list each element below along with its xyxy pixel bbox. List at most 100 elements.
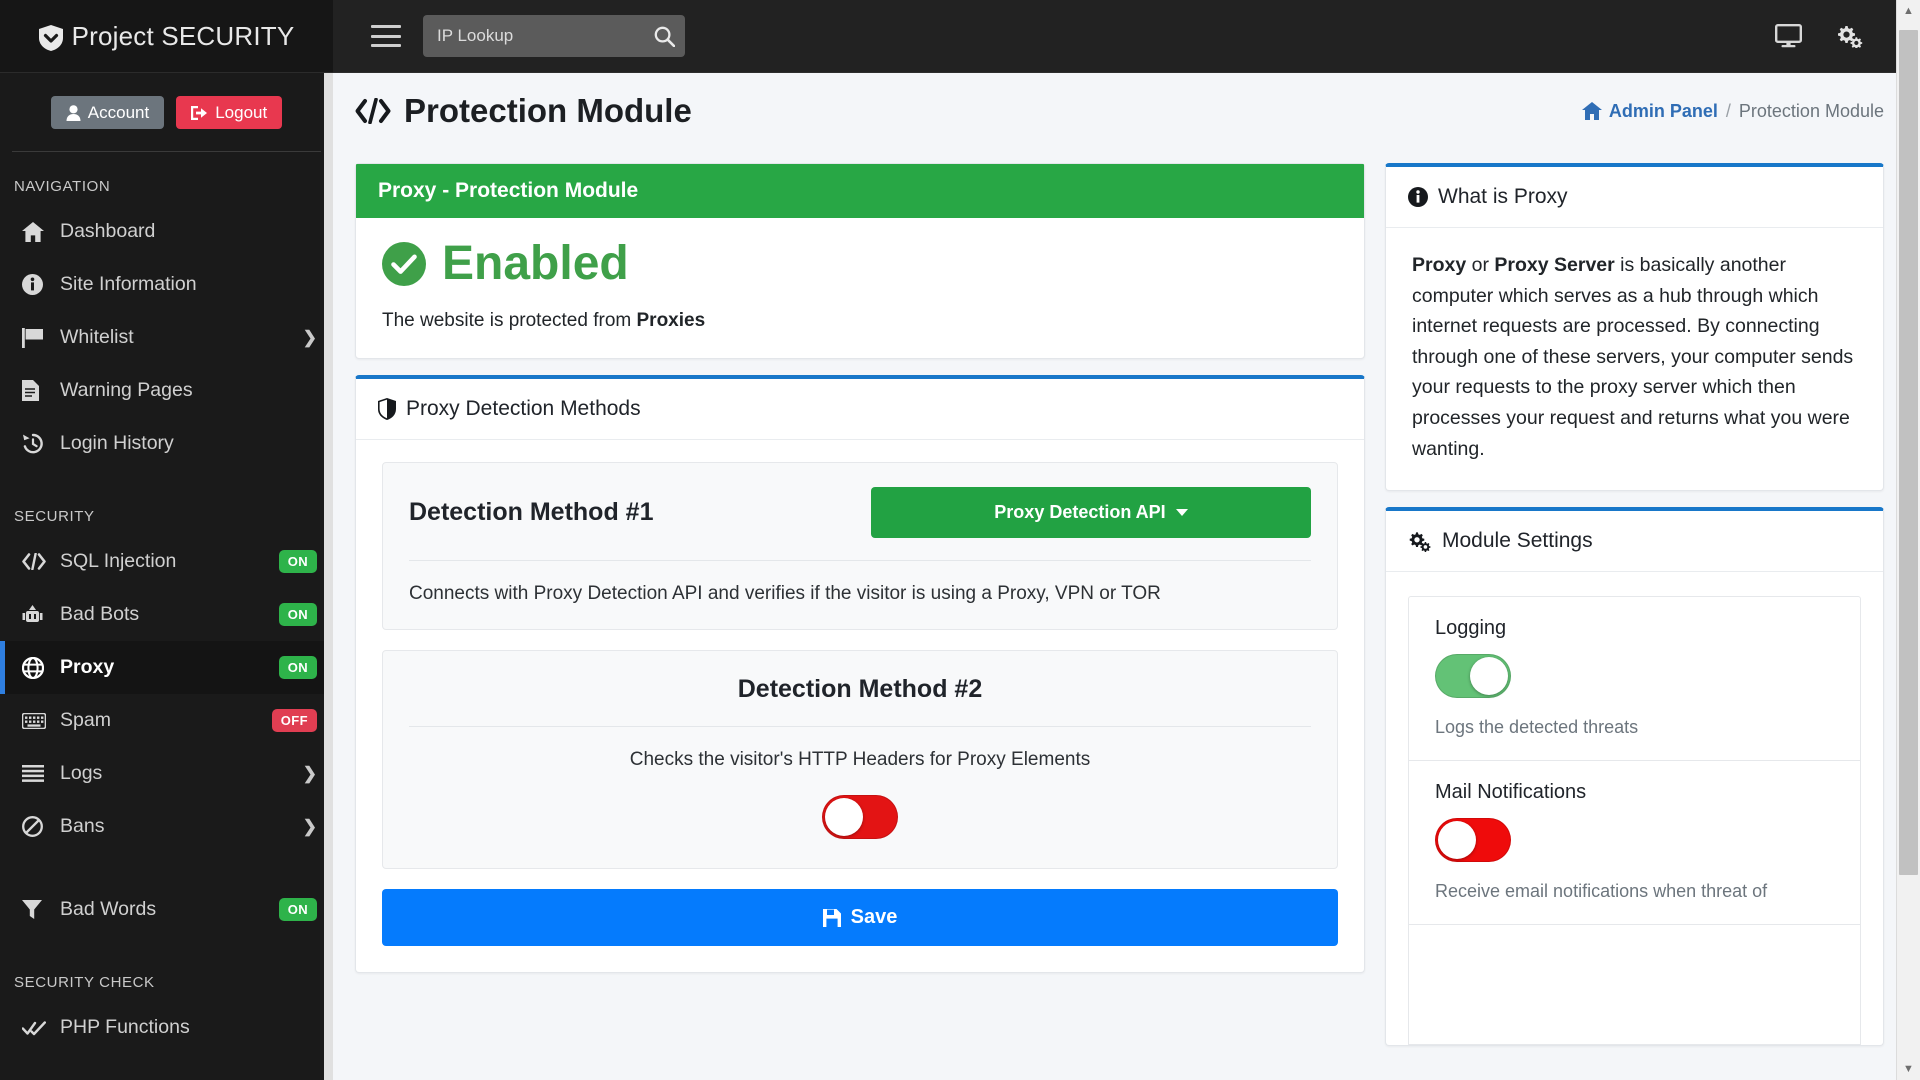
- page-header: Protection Module Admin Panel / Protecti…: [333, 73, 1896, 149]
- breadcrumb-home-link[interactable]: Admin Panel: [1581, 100, 1718, 122]
- brand-logo[interactable]: Project SECURITY: [0, 0, 333, 73]
- what-is-mid-1: or: [1466, 254, 1495, 276]
- status-badge: ON: [278, 603, 317, 626]
- module-status-card: Proxy - Protection Module Enabled The we…: [355, 163, 1365, 359]
- topbar: [333, 0, 1920, 73]
- what-is-bold-2: Proxy Server: [1494, 254, 1615, 276]
- account-button[interactable]: Account: [50, 96, 165, 129]
- sidebar-item-bad-words[interactable]: Bad Words ON: [0, 883, 333, 936]
- module-settings-header: Module Settings: [1386, 511, 1883, 573]
- setting-mail-description: Receive email notifications when threat …: [1435, 881, 1768, 902]
- sidebar-item-dashboard[interactable]: Dashboard: [0, 205, 333, 258]
- sidebar-item-login-history[interactable]: Login History: [0, 417, 333, 470]
- setting-logging: Logging Logs the detected threats: [1408, 596, 1861, 762]
- status-text: Enabled: [442, 237, 629, 290]
- sidebar-item-spam[interactable]: Spam OFF: [0, 694, 333, 747]
- sidebar-item-sql-injection[interactable]: SQL Injection ON: [0, 535, 333, 588]
- page-title-text: Protection Module: [404, 92, 692, 129]
- sidebar-item-bans[interactable]: Bans ❯: [0, 800, 333, 853]
- what-is-proxy-body: Proxy or Proxy Server is basically anoth…: [1386, 228, 1883, 490]
- sidebar-item-logs[interactable]: Logs ❯: [0, 747, 333, 800]
- right-column: What is Proxy Proxy or Proxy Server is b…: [1385, 163, 1884, 1062]
- what-is-proxy-text: Proxy or Proxy Server is basically anoth…: [1412, 250, 1857, 464]
- detection-method-2-toggle[interactable]: [822, 795, 898, 839]
- what-is-rest: is basically another computer which serv…: [1412, 254, 1854, 460]
- toggle-knob: [825, 798, 863, 836]
- cogs-icon[interactable]: [1836, 24, 1864, 48]
- sidebar-heading-security-check: SECURITY CHECK: [14, 974, 155, 991]
- home-icon: [22, 221, 48, 242]
- floppy-disk-icon: [822, 908, 841, 927]
- scroll-down-arrow[interactable]: ▼: [1897, 1058, 1920, 1080]
- sidebar-item-label: Login History: [60, 432, 174, 454]
- ban-icon: [22, 816, 48, 837]
- status-prefix: The website is protected from: [382, 310, 637, 331]
- robot-icon: [22, 604, 48, 625]
- sidebar-scrollbar[interactable]: [324, 73, 333, 1080]
- sidebar-item-label: Proxy: [60, 656, 115, 678]
- chevron-right-icon: ❯: [302, 327, 317, 347]
- dropdown-label: Proxy Detection API: [994, 502, 1166, 522]
- scroll-up-arrow[interactable]: ▲: [1897, 0, 1920, 22]
- sidebar-item-label: SQL Injection: [60, 550, 177, 572]
- divider: [409, 726, 1311, 727]
- module-settings-card: Module Settings Logging Logs the detecte…: [1385, 507, 1884, 1047]
- detection-method-2-description: Checks the visitor's HTTP Headers for Pr…: [629, 749, 1091, 770]
- what-is-bold-1: Proxy: [1412, 254, 1467, 276]
- detection-method-1-row: Detection Method #1 Proxy Detection API: [409, 487, 1311, 560]
- toggle-knob: [1470, 657, 1508, 696]
- sidebar: Project SECURITY Account Logout NAVIGATI…: [0, 0, 333, 1080]
- search-input[interactable]: [423, 15, 685, 57]
- sidebar-divider: [12, 151, 321, 152]
- sidebar-item-label: Logs: [60, 762, 103, 784]
- setting-logging-description: Logs the detected threats: [1435, 717, 1639, 738]
- sidebar-item-label: Dashboard: [60, 220, 156, 242]
- setting-mail-label: Mail Notifications: [1435, 781, 1587, 804]
- detection-method-1: Detection Method #1 Proxy Detection API …: [382, 462, 1338, 630]
- flag-icon: [22, 327, 48, 348]
- user-icon: [66, 104, 81, 121]
- logout-button[interactable]: Logout: [176, 96, 283, 129]
- info-icon: [22, 274, 48, 295]
- account-label: Account: [87, 103, 150, 122]
- detection-methods-header: Proxy Detection Methods: [356, 379, 1364, 440]
- detection-method-1-description: Connects with Proxy Detection API and ve…: [409, 583, 1161, 604]
- search-icon[interactable]: [654, 15, 675, 57]
- sidebar-item-whitelist[interactable]: Whitelist ❯: [0, 311, 333, 364]
- page-scrollbar[interactable]: ▲ ▼: [1896, 0, 1920, 1080]
- sidebar-item-warning-pages[interactable]: Warning Pages: [0, 364, 333, 417]
- scrollbar-thumb[interactable]: [1899, 30, 1918, 875]
- sidebar-item-label: PHP Functions: [60, 1016, 190, 1038]
- breadcrumb: Admin Panel / Protection Module: [1581, 100, 1896, 122]
- detection-methods-body: Detection Method #1 Proxy Detection API …: [356, 440, 1364, 972]
- module-settings-list: Logging Logs the detected threats Mail N…: [1386, 572, 1883, 1046]
- check-circle-icon: [382, 242, 426, 286]
- desktop-icon[interactable]: [1775, 24, 1802, 48]
- hamburger-icon[interactable]: [371, 25, 401, 47]
- sidebar-item-label: Whitelist: [60, 326, 134, 348]
- chevron-right-icon: ❯: [302, 816, 317, 836]
- detection-method-2: Detection Method #2 Checks the visitor's…: [382, 650, 1338, 869]
- sidebar-item-bad-bots[interactable]: Bad Bots ON: [0, 588, 333, 641]
- filter-icon: [22, 899, 48, 920]
- status-badge: OFF: [271, 709, 317, 732]
- code-icon: [22, 553, 48, 570]
- setting-mail-toggle[interactable]: [1435, 818, 1511, 863]
- module-status-body: Enabled The website is protected from Pr…: [356, 218, 1364, 358]
- sidebar-item-php-functions[interactable]: PHP Functions: [0, 1001, 333, 1054]
- module-settings-tail: [1408, 925, 1861, 1046]
- detection-methods-card: Proxy Detection Methods Detection Method…: [355, 375, 1365, 973]
- breadcrumb-home-label: Admin Panel: [1608, 100, 1718, 121]
- setting-logging-toggle[interactable]: [1435, 654, 1511, 699]
- proxy-detection-api-dropdown[interactable]: Proxy Detection API: [871, 487, 1311, 538]
- cogs-icon: [1408, 530, 1432, 553]
- sidebar-item-site-information[interactable]: Site Information: [0, 258, 333, 311]
- sidebar-scroll-area: Account Logout NAVIGATION Dashboard Site…: [0, 73, 333, 1080]
- sidebar-item-label: Bans: [60, 815, 105, 837]
- sidebar-item-proxy[interactable]: Proxy ON: [0, 641, 333, 694]
- divider: [409, 560, 1311, 561]
- save-button[interactable]: Save: [382, 889, 1338, 946]
